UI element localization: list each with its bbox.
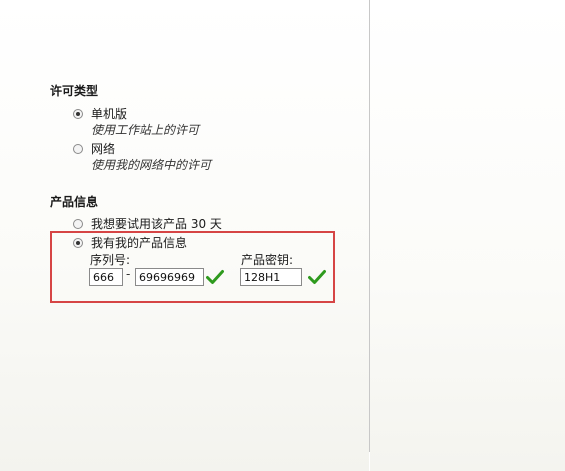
serial-number-input[interactable] xyxy=(135,268,204,286)
radio-standalone[interactable]: 单机版 xyxy=(73,105,127,122)
product-key-label: 产品密钥: xyxy=(241,253,294,267)
radio-standalone-label: 单机版 xyxy=(91,107,128,121)
serial-prefix-input[interactable] xyxy=(89,268,123,286)
standalone-description: 使用工作站上的许可 xyxy=(91,123,200,137)
product-info-title: 产品信息 xyxy=(50,195,99,209)
radio-network[interactable]: 网络 xyxy=(73,140,115,157)
radio-have-info-label: 我有我的产品信息 xyxy=(91,236,188,250)
radio-standalone-indicator[interactable] xyxy=(73,108,83,119)
right-pane xyxy=(370,0,565,471)
check-icon xyxy=(308,270,326,284)
network-description: 使用我的网络中的许可 xyxy=(91,158,212,172)
license-panel: 许可类型 单机版 使用工作站上的许可 网络 使用我的网络中的许可 产品信息 我想… xyxy=(0,0,369,471)
radio-trial[interactable]: 我想要试用该产品 30 天 xyxy=(73,215,222,232)
radio-network-indicator[interactable] xyxy=(73,143,83,154)
serial-separator: - xyxy=(126,267,131,281)
radio-have-info-indicator[interactable] xyxy=(73,237,83,248)
check-icon xyxy=(206,270,224,284)
radio-trial-label: 我想要试用该产品 30 天 xyxy=(91,217,222,231)
radio-trial-indicator[interactable] xyxy=(73,218,83,229)
radio-have-info[interactable]: 我有我的产品信息 xyxy=(73,234,187,251)
radio-network-label: 网络 xyxy=(91,142,116,156)
serial-number-label: 序列号: xyxy=(90,253,131,267)
license-type-title: 许可类型 xyxy=(50,84,99,98)
product-key-input[interactable] xyxy=(240,268,302,286)
